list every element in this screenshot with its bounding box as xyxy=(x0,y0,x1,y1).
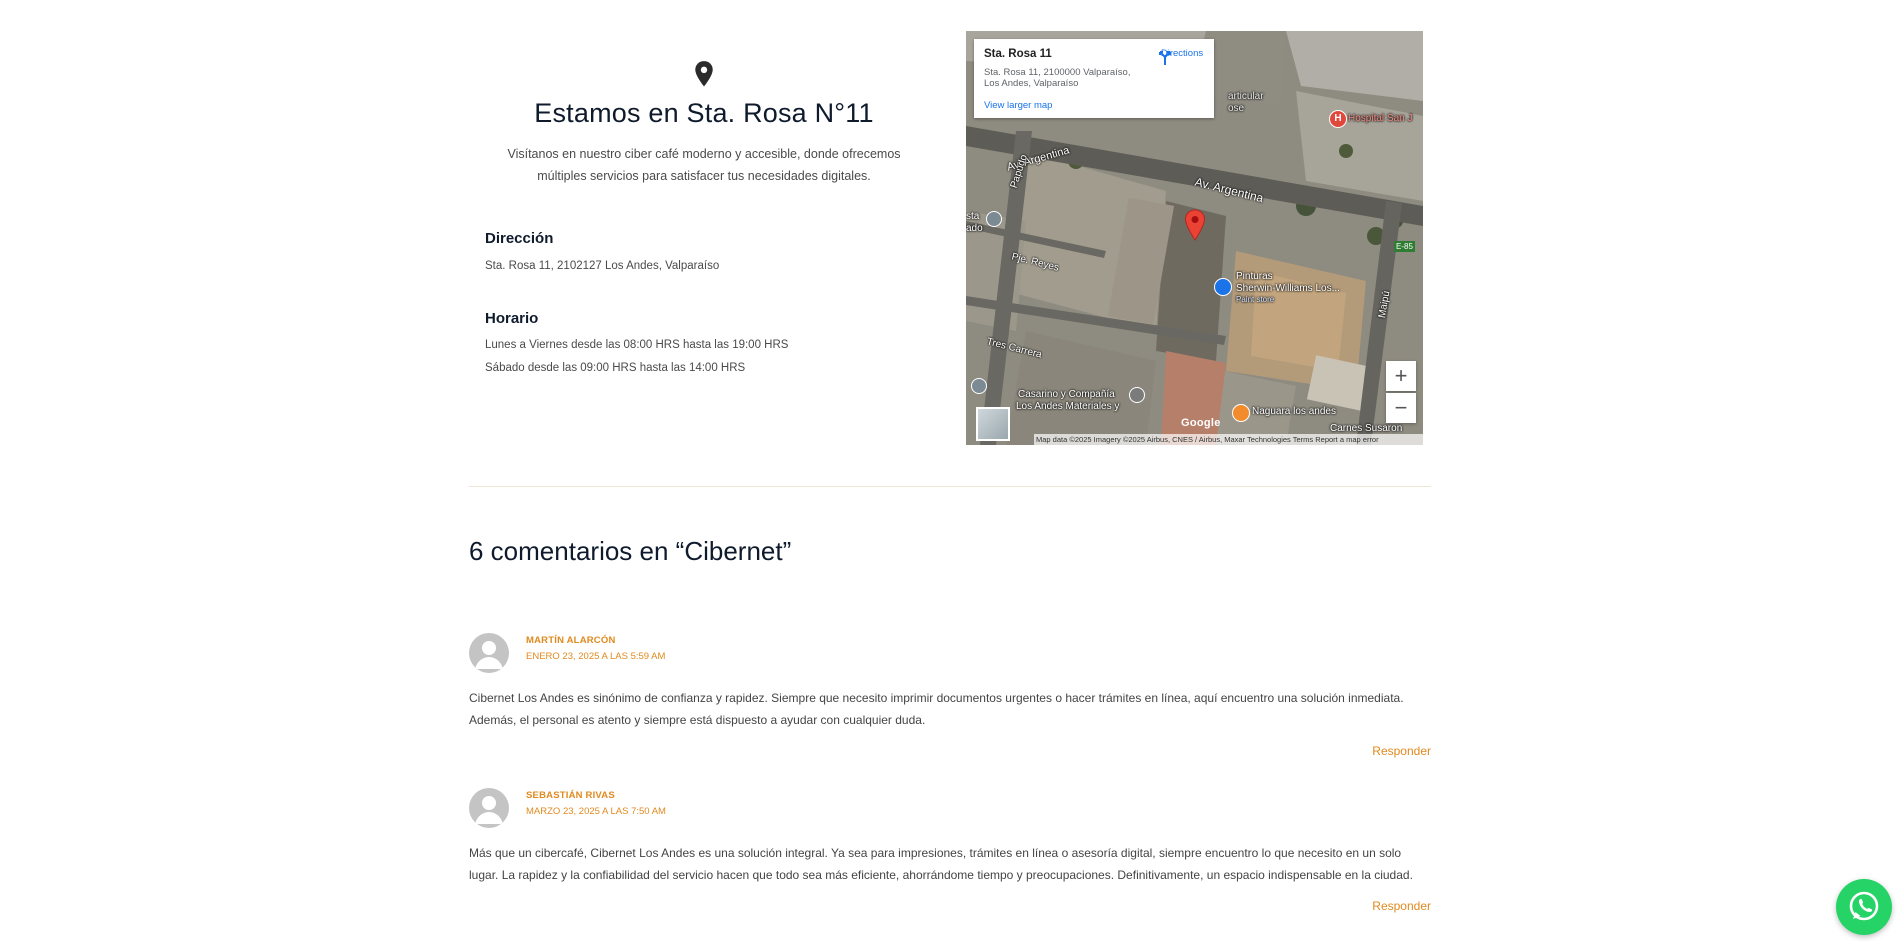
default-avatar-icon xyxy=(475,641,503,669)
directions-button[interactable]: Directions xyxy=(1157,48,1207,65)
view-larger-map-link[interactable]: View larger map xyxy=(984,100,1052,111)
avatar xyxy=(469,788,509,828)
comment-date[interactable]: MARZO 23, 2025 A LAS 7:50 AM xyxy=(526,806,666,817)
map-layer-toggle[interactable] xyxy=(976,407,1010,441)
map-attribution[interactable]: Map data ©2025 Imagery ©2025 Airbus, CNE… xyxy=(1034,434,1423,445)
google-logo: Google xyxy=(1181,417,1221,429)
comment-text: Cibernet Los Andes es sinónimo de confia… xyxy=(469,691,1404,727)
embedded-map[interactable]: Av. Argentina Av. Argentina Papudo Pje. … xyxy=(966,31,1423,445)
location-info: Estamos en Sta. Rosa N°11 Visítanos en n… xyxy=(484,60,924,187)
map-label-casarino-2: Los Andes Materiales y xyxy=(1016,401,1120,412)
route-shield-icon: E-85 xyxy=(1394,241,1415,252)
map-label-sherwin-1: Pinturas xyxy=(1236,271,1273,282)
map-label-casarino-1: Casarino y Compañía xyxy=(1018,389,1115,400)
map-label-hospital: Hospital San J xyxy=(1348,113,1413,124)
comment-author[interactable]: MARTÍN ALARCÓN xyxy=(526,635,616,646)
map-pin-icon xyxy=(695,61,713,87)
location-marker-icon[interactable] xyxy=(1184,209,1206,241)
comment-date[interactable]: ENERO 23, 2025 A LAS 5:59 AM xyxy=(526,651,665,662)
map-label-ado: ado xyxy=(966,223,983,234)
avatar xyxy=(469,633,509,673)
hours-heading: Horario xyxy=(485,310,539,327)
section-divider xyxy=(469,486,1431,487)
reply-link[interactable]: Responder xyxy=(1372,744,1431,758)
default-avatar-icon xyxy=(475,796,503,824)
directions-icon xyxy=(1159,51,1171,65)
map-place-address: Sta. Rosa 11, 2100000 Valparaíso, Los An… xyxy=(984,67,1131,89)
map-label-particular: articular xyxy=(1228,91,1264,102)
hours-weekday: Lunes a Viernes desde las 08:00 HRS hast… xyxy=(485,339,789,351)
business-marker-icon[interactable] xyxy=(1129,387,1145,403)
transit-marker-icon[interactable] xyxy=(986,211,1002,227)
map-label-carnes: Carnes Susaron xyxy=(1330,423,1403,434)
location-title: Estamos en Sta. Rosa N°11 xyxy=(534,98,874,128)
map-label-naguara: Naguara los andes xyxy=(1252,406,1336,417)
whatsapp-button[interactable] xyxy=(1836,879,1892,935)
location-description: Visítanos en nuestro ciber café moderno … xyxy=(507,147,901,183)
map-label-particular-2: ose xyxy=(1228,103,1245,114)
zoom-out-button[interactable]: − xyxy=(1386,393,1416,423)
map-place-name: Sta. Rosa 11 xyxy=(984,48,1052,60)
hours-saturday: Sábado desde las 09:00 HRS hasta las 14:… xyxy=(485,362,746,374)
map-label-sherwin-2: Sherwin-Williams Los... xyxy=(1236,283,1340,294)
address-heading: Dirección xyxy=(485,230,554,247)
map-label-sta: sta xyxy=(966,211,980,222)
store-marker-icon[interactable] xyxy=(1214,278,1232,296)
address-text: Sta. Rosa 11, 2102127 Los Andes, Valpara… xyxy=(485,260,720,272)
location-section: Estamos en Sta. Rosa N°11 Visítanos en n… xyxy=(469,0,1431,460)
hospital-marker-icon[interactable]: H xyxy=(1329,110,1347,128)
restaurant-marker-icon[interactable] xyxy=(1232,404,1250,422)
comment-text: Más que un cibercafé, Cibernet Los Andes… xyxy=(469,846,1413,882)
whatsapp-icon xyxy=(1849,891,1879,921)
school-marker-icon[interactable] xyxy=(971,378,987,394)
comments-title: 6 comentarios en “Cibernet” xyxy=(469,536,792,566)
map-label-sherwin-3: Paint store xyxy=(1236,295,1275,304)
comment-author[interactable]: SEBASTIÁN RIVAS xyxy=(526,790,615,801)
map-place-card: Sta. Rosa 11 Sta. Rosa 11, 2100000 Valpa… xyxy=(974,39,1214,118)
reply-link[interactable]: Responder xyxy=(1372,899,1431,913)
zoom-in-button[interactable]: + xyxy=(1386,361,1416,391)
